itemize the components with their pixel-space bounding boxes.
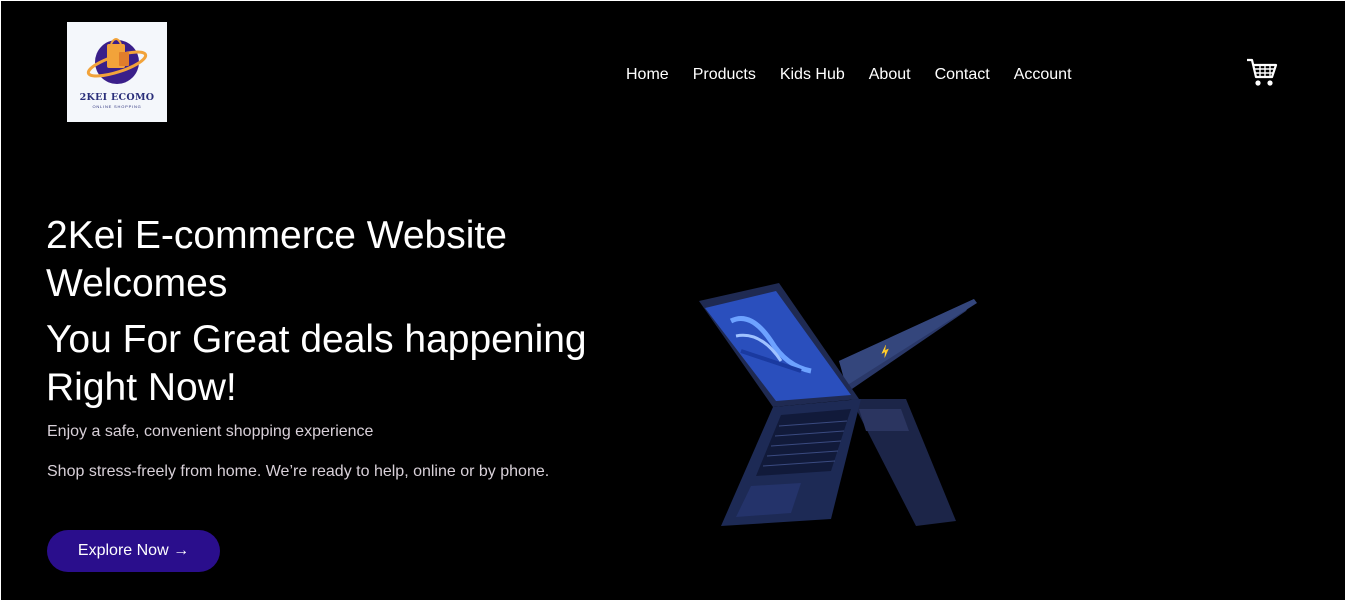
nav-home[interactable]: Home (626, 65, 669, 85)
main-nav: Home Products Kids Hub About Contact Acc… (626, 65, 1096, 85)
nav-products[interactable]: Products (693, 65, 756, 85)
nav-about[interactable]: About (869, 65, 911, 85)
cart-button[interactable] (1245, 57, 1279, 89)
brand-logo[interactable]: 2KEI ECOMO ONLINE SHOPPING (67, 22, 167, 122)
page: 2KEI ECOMO ONLINE SHOPPING Home Products… (1, 1, 1345, 600)
nav-contact[interactable]: Contact (935, 65, 990, 85)
brand-name: 2KEI ECOMO (79, 92, 155, 103)
hero-subtext-2: Shop stress-freely from home. We’re read… (47, 463, 550, 480)
explore-now-button[interactable]: Explore Now → (47, 530, 220, 572)
nav-kids-hub[interactable]: Kids Hub (780, 65, 845, 85)
nav-account[interactable]: Account (1014, 65, 1072, 85)
shopping-cart-icon (1247, 58, 1278, 86)
logo-globe-icon (86, 38, 148, 84)
laptop-pair-image: ⚡ (691, 281, 991, 531)
hero-subtext-1: Enjoy a safe, convenient shopping experi… (47, 423, 374, 440)
hero-heading-line2: You For Great deals happening Right Now! (46, 318, 587, 409)
brand-tagline: ONLINE SHOPPING (92, 104, 142, 109)
hero-heading-line1: 2Kei E-commerce Website Welcomes (46, 214, 507, 305)
